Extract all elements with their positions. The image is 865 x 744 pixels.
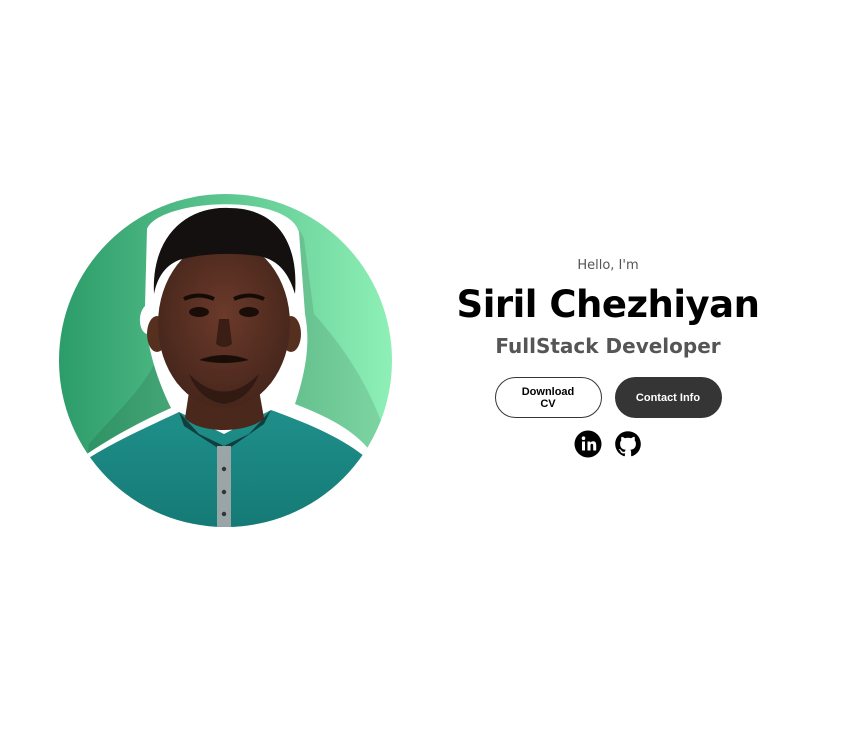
social-links: [438, 430, 778, 458]
profile-picture: [59, 194, 392, 527]
contact-info-button[interactable]: Contact Info: [614, 377, 722, 418]
linkedin-icon[interactable]: [574, 430, 602, 458]
button-row: Download CV Contact Info: [438, 377, 778, 418]
greeting-text: Hello, I'm: [577, 258, 639, 273]
profile-photo-illustration: [59, 194, 392, 527]
profile-role: FullStack Developer: [495, 334, 721, 358]
profile-name: Siril Chezhiyan: [456, 283, 760, 326]
download-cv-button[interactable]: Download CV: [494, 377, 602, 418]
profile-text: Hello, I'm Siril Chezhiyan FullStack Dev…: [438, 255, 778, 458]
github-icon[interactable]: [614, 430, 642, 458]
